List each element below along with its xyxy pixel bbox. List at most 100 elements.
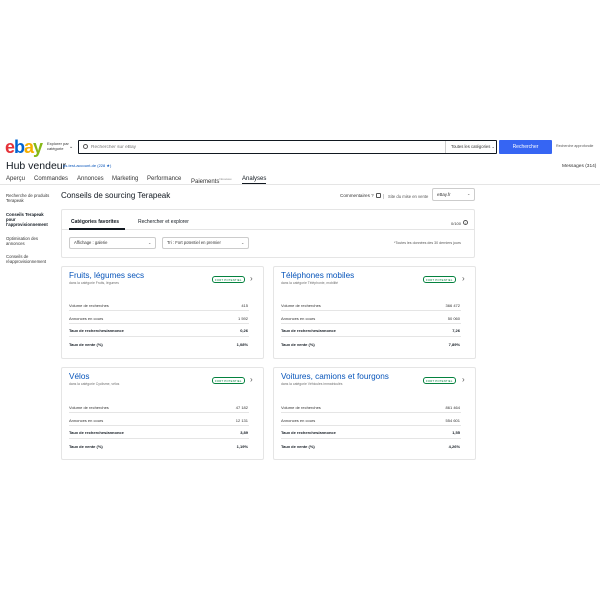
row-divider <box>69 323 249 324</box>
row-divider <box>69 438 249 439</box>
card-subtitle: dans la catégorie Téléphonie, mobilité <box>281 281 339 285</box>
row-value: 415 <box>241 303 248 308</box>
chevron-down-icon: ⌄ <box>491 144 496 149</box>
chevron-right-icon[interactable]: › <box>462 376 465 384</box>
nav-annonces[interactable]: Annonces <box>77 175 104 183</box>
row-label: Volume de recherches <box>281 303 321 308</box>
row-label: Taux de recherches/annonce <box>69 328 124 333</box>
nav-analyses[interactable]: Analyses <box>242 175 267 184</box>
row-value: 7,89% <box>448 342 460 347</box>
page-title: Hub vendeur <box>6 160 67 172</box>
row-label: Annonces en cours <box>69 316 104 321</box>
card-title[interactable]: Téléphones mobiles <box>281 271 354 280</box>
display-dropdown[interactable]: Affichage : galerie <box>69 237 156 249</box>
row-label: Taux de recherches/annonce <box>281 328 336 333</box>
row-divider <box>281 323 461 324</box>
favorites-count: 0/100 <box>451 221 462 226</box>
row-value: 1,55 <box>452 430 460 435</box>
site-label: Site du mise en vente <box>383 194 428 199</box>
card-title[interactable]: Voitures, camions et fourgons <box>281 372 389 381</box>
sidebar-item-product-research[interactable]: Recherche de produits Terapeak <box>6 193 52 203</box>
sort-dropdown[interactable]: Tri : Fort potentiel en premier <box>162 237 249 249</box>
new-badge: Nouveau <box>219 177 232 181</box>
row-label: Annonces en cours <box>281 316 316 321</box>
high-potential-badge: FORT POTENTIEL <box>212 276 245 283</box>
advanced-search-link[interactable]: Recherche approfondie <box>556 144 593 148</box>
tab-favorite-categories[interactable]: Catégories favorites <box>71 219 119 225</box>
logo-letter-y: y <box>33 137 43 157</box>
row-label: Taux de vente (%) <box>69 444 103 449</box>
row-divider <box>69 310 249 311</box>
card-title[interactable]: Fruits, légumes secs <box>69 271 144 280</box>
card-subtitle: dans la catégorie Cyclisme, vélos <box>69 382 120 386</box>
row-value: 47 182 <box>235 405 248 410</box>
chevron-right-icon[interactable]: › <box>250 376 253 384</box>
messages-link[interactable]: Messages (314) <box>562 164 596 169</box>
search-button[interactable]: Rechercher <box>499 140 552 154</box>
tab-search-explore[interactable]: Rechercher et explorer <box>138 219 189 225</box>
account-link[interactable]: ps-test-account-de (228 ★) <box>63 163 111 168</box>
nav-divider <box>0 184 600 185</box>
row-label: Taux de recherches/annonce <box>281 430 336 435</box>
card-title[interactable]: Vélos <box>69 372 89 381</box>
sidebar-item-listing-optimization[interactable]: Optimisation des annonces <box>6 236 52 246</box>
row-label: Volume de recherches <box>69 405 109 410</box>
chevron-down-icon: ⌄ <box>148 240 152 245</box>
search-icon <box>83 144 88 149</box>
logo-letter-e: e <box>5 137 15 157</box>
row-label: Taux de recherches/annonce <box>69 430 124 435</box>
sidebar-item-sourcing-tips[interactable]: Conseils Terapeak pour l'approvisionneme… <box>6 212 52 227</box>
comments-link[interactable]: Commentaires ? <box>340 193 374 198</box>
chevron-right-icon[interactable]: › <box>250 275 253 283</box>
row-label: Volume de recherches <box>281 405 321 410</box>
search-input[interactable] <box>91 143 431 151</box>
row-value: 861 464 <box>445 405 460 410</box>
row-label: Volume de recherches <box>69 303 109 308</box>
nav-commandes[interactable]: Commandes <box>34 175 68 183</box>
row-value: 1,08% <box>236 342 248 347</box>
row-value: 1,19% <box>236 444 248 449</box>
row-label: Annonces en cours <box>69 418 104 423</box>
chevron-right-icon[interactable]: › <box>462 275 465 283</box>
row-label: Taux de vente (%) <box>281 342 315 347</box>
nav-marketing[interactable]: Marketing <box>112 175 138 183</box>
row-value: 366 472 <box>445 303 460 308</box>
high-potential-badge: FORT POTENTIEL <box>423 377 456 384</box>
row-value: 1 592 <box>237 316 248 321</box>
row-label: Taux de vente (%) <box>281 444 315 449</box>
section-title: Conseils de sourcing Terapeak <box>61 191 171 200</box>
row-divider <box>281 425 461 426</box>
category-select[interactable]: Toutes les catégories ⌄ <box>445 141 496 153</box>
row-value: 50 060 <box>447 316 460 321</box>
display-dropdown-label: Affichage : galerie <box>74 240 108 245</box>
row-value: 3,89 <box>240 430 248 435</box>
row-divider <box>69 336 249 337</box>
ebay-logo[interactable]: ebay <box>5 137 43 157</box>
row-value: 12 131 <box>235 418 248 423</box>
row-value: 554 601 <box>445 418 460 423</box>
logo-letter-a: a <box>24 137 34 157</box>
high-potential-badge: FORT POTENTIEL <box>423 276 456 283</box>
row-value: 4,26% <box>448 444 460 449</box>
sidebar-item-restock-tips[interactable]: Conseils de réapprovisionnement <box>6 254 52 264</box>
nav-apercu[interactable]: Aperçu <box>6 175 25 183</box>
category-select-label: Toutes les catégories <box>451 144 491 149</box>
chevron-down-icon: ⌄ <box>241 240 245 245</box>
row-divider <box>69 412 249 413</box>
sort-dropdown-label: Tri : Fort potentiel en premier <box>167 240 221 245</box>
filter-panel <box>61 209 475 258</box>
row-divider <box>281 310 461 311</box>
info-icon[interactable]: i <box>463 220 468 225</box>
nav-performance[interactable]: Performance <box>147 175 181 183</box>
row-value: 7,26 <box>452 328 460 333</box>
active-tab-indicator <box>69 228 125 230</box>
comment-icon[interactable] <box>376 193 381 198</box>
card-subtitle: dans la catégorie Véhicules immatriculés <box>281 382 343 386</box>
row-divider <box>69 425 249 426</box>
row-label: Taux de vente (%) <box>69 342 103 347</box>
chevron-down-icon: ⌄ <box>467 191 471 196</box>
data-period-note: *Toutes les données des 30 derniers jour… <box>394 241 461 245</box>
chevron-down-icon[interactable]: ⌄ <box>69 144 73 150</box>
row-divider <box>281 412 461 413</box>
card-subtitle: dans la catégorie Fruits, légumes <box>69 281 119 285</box>
